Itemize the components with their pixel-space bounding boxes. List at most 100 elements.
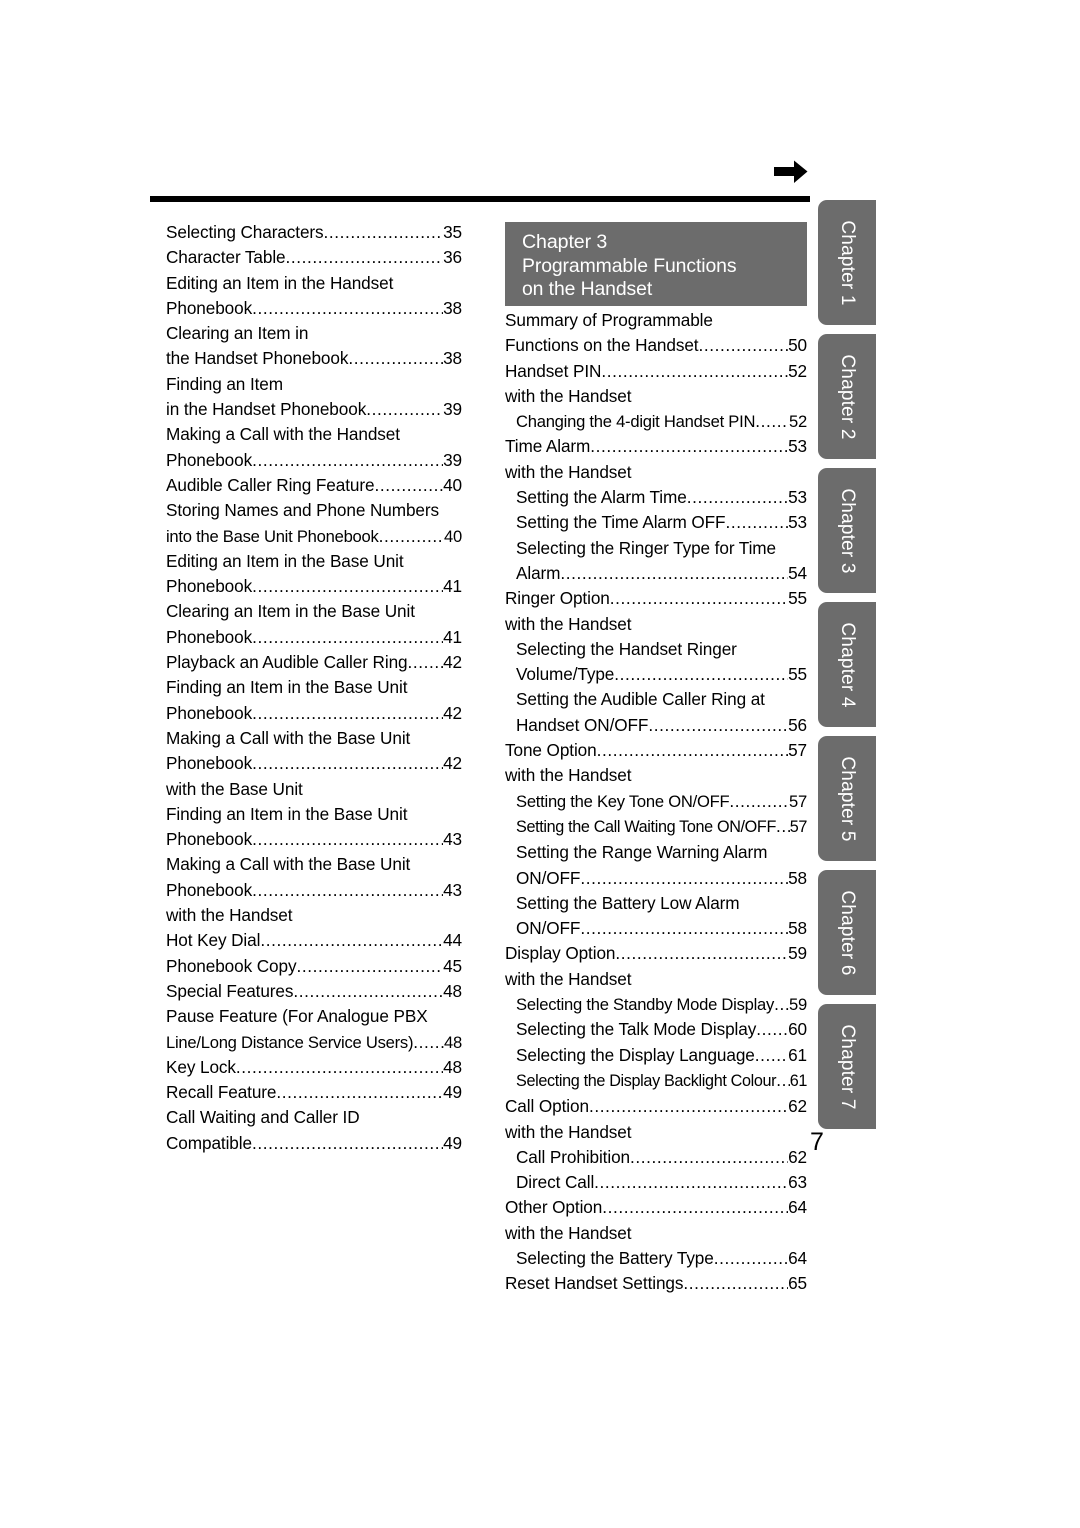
toc-entry[interactable]: Display Option .........................… <box>505 941 807 966</box>
toc-entry[interactable]: Making a Call with the Handset <box>166 422 462 447</box>
toc-entry[interactable]: Tone Option ............................… <box>505 738 807 763</box>
toc-entry[interactable]: the Handset Phonebook ..................… <box>166 346 462 371</box>
toc-entry[interactable]: Reset Handset Settings .................… <box>505 1271 807 1296</box>
toc-entry-label: Reset Handset Settings <box>505 1273 684 1294</box>
toc-entry[interactable]: with the Handset <box>505 967 807 992</box>
chapter-tab-6[interactable]: Chapter 6 <box>818 870 876 995</box>
toc-entry[interactable]: Call Option ............................… <box>505 1094 807 1119</box>
toc-entry-page: 63 <box>788 1172 807 1193</box>
toc-entry[interactable]: Phonebook ..............................… <box>166 751 462 776</box>
toc-entry[interactable]: Phonebook ..............................… <box>166 625 462 650</box>
toc-entry[interactable]: with the Handset <box>505 1120 807 1145</box>
toc-entry[interactable]: Phonebook ..............................… <box>166 878 462 903</box>
toc-entry[interactable]: Call Waiting and Caller ID <box>166 1105 462 1130</box>
toc-entry[interactable]: with the Handset <box>505 384 807 409</box>
toc-entry[interactable]: Editing an Item in the Base Unit <box>166 549 462 574</box>
toc-entry[interactable]: Volume/Type ............................… <box>516 662 807 687</box>
toc-entry[interactable]: Phonebook ..............................… <box>166 296 462 321</box>
toc-entry[interactable]: Selecting Characters ...................… <box>166 220 462 245</box>
toc-entry-label: in the Handset Phonebook <box>166 399 367 420</box>
toc-entry[interactable]: Selecting the Display Backlight Colour .… <box>516 1068 807 1094</box>
toc-leader-dots: ........................................… <box>609 588 789 609</box>
toc-entry[interactable]: Phonebook ..............................… <box>166 448 462 473</box>
toc-entry[interactable]: Time Alarm .............................… <box>505 434 807 459</box>
toc-entry[interactable]: Making a Call with the Base Unit <box>166 852 462 877</box>
toc-entry[interactable]: into the Base Unit Phonebook ...........… <box>166 524 462 549</box>
toc-entry[interactable]: Finding an Item <box>166 372 462 397</box>
toc-entry[interactable]: Setting the Time Alarm OFF .............… <box>516 510 807 535</box>
toc-entry[interactable]: Functions on the Handset ...............… <box>505 333 807 358</box>
toc-entry[interactable]: with the Handset <box>505 1221 807 1246</box>
toc-entry[interactable]: Phonebook ..............................… <box>166 574 462 599</box>
toc-entry[interactable]: Clearing an Item in <box>166 321 462 346</box>
toc-entry[interactable]: Finding an Item in the Base Unit <box>166 802 462 827</box>
toc-entry[interactable]: Direct Call ............................… <box>516 1170 807 1195</box>
toc-entry[interactable]: Setting the Battery Low Alarm <box>516 891 807 916</box>
toc-entry[interactable]: Phonebook ..............................… <box>166 827 462 852</box>
chapter-tab-7[interactable]: Chapter 7 <box>818 1004 876 1129</box>
toc-leader-dots: ........................................… <box>235 1056 443 1077</box>
chapter-tab-5[interactable]: Chapter 5 <box>818 736 876 861</box>
toc-leader-dots: ........................................… <box>252 753 443 774</box>
toc-entry[interactable]: Editing an Item in the Handset <box>166 271 462 296</box>
toc-entry[interactable]: in the Handset Phonebook ...............… <box>166 397 462 422</box>
toc-entry[interactable]: Clearing an Item in the Base Unit <box>166 599 462 624</box>
toc-entry[interactable]: Character Table ........................… <box>166 245 462 270</box>
toc-entry[interactable]: Changing the 4-digit Handset PIN .......… <box>516 409 807 434</box>
toc-entry-page: 38 <box>443 348 462 369</box>
toc-entry[interactable]: Finding an Item in the Base Unit <box>166 675 462 700</box>
chapter-tab-2[interactable]: Chapter 2 <box>818 334 876 459</box>
toc-entry-page: 44 <box>443 930 462 951</box>
toc-entry[interactable]: with the Handset <box>505 763 807 788</box>
toc-entry[interactable]: Line/Long Distance Service Users) ......… <box>166 1030 462 1055</box>
toc-entry[interactable]: Setting the Range Warning Alarm <box>516 840 807 865</box>
toc-entry[interactable]: Special Features .......................… <box>166 979 462 1004</box>
toc-entry[interactable]: ON/OFF .................................… <box>516 866 807 891</box>
toc-entry[interactable]: ON/OFF .................................… <box>516 916 807 941</box>
toc-leader-dots: ........................................… <box>260 930 444 951</box>
toc-entry-label: into the Base Unit Phonebook <box>166 526 379 546</box>
toc-entry[interactable]: Playback an Audible Caller Ring ........… <box>166 650 462 675</box>
toc-entry[interactable]: Making a Call with the Base Unit <box>166 726 462 751</box>
chapter-tab-4[interactable]: Chapter 4 <box>818 602 876 727</box>
toc-entry-page: 42 <box>443 753 462 774</box>
toc-entry[interactable]: with the Handset <box>166 903 462 928</box>
chapter-tab-1[interactable]: Chapter 1 <box>818 200 876 325</box>
toc-entry[interactable]: Pause Feature (For Analogue PBX <box>166 1004 462 1029</box>
toc-entry[interactable]: Audible Caller Ring Feature ............… <box>166 473 462 498</box>
toc-entry[interactable]: Call Prohibition .......................… <box>516 1145 807 1170</box>
toc-entry[interactable]: Selecting the Battery Type .............… <box>516 1246 807 1271</box>
toc-entry[interactable]: Selecting the Ringer Type for Time <box>516 536 807 561</box>
toc-entry[interactable]: Setting the Alarm Time .................… <box>516 485 807 510</box>
toc-entry[interactable]: with the Handset <box>505 612 807 637</box>
toc-entry-label: Hot Key Dial <box>166 930 261 951</box>
toc-entry[interactable]: with the Base Unit <box>166 777 462 802</box>
toc-entry[interactable]: Other Option ...........................… <box>505 1195 807 1220</box>
toc-entry[interactable]: Handset PIN ............................… <box>505 359 807 384</box>
toc-entry-page: 59 <box>788 943 807 964</box>
toc-entry[interactable]: Selecting the Talk Mode Display ........… <box>516 1017 807 1042</box>
toc-entry[interactable]: Selecting the Standby Mode Display .....… <box>516 992 807 1017</box>
toc-entry[interactable]: Selecting the Handset Ringer <box>516 637 807 662</box>
toc-entry[interactable]: Summary of Programmable <box>505 308 807 333</box>
toc-entry[interactable]: Compatible .............................… <box>166 1131 462 1156</box>
toc-entry-page: 53 <box>788 436 807 457</box>
toc-entry-label: Pause Feature (For Analogue PBX <box>166 1006 428 1027</box>
toc-entry[interactable]: Phonebook Copy .........................… <box>166 954 462 979</box>
toc-entry[interactable]: Setting the Call Waiting Tone ON/OFF ...… <box>516 814 807 840</box>
toc-entry[interactable]: Handset ON/OFF .........................… <box>516 713 807 738</box>
toc-entry[interactable]: with the Handset <box>505 460 807 485</box>
toc-entry[interactable]: Storing Names and Phone Numbers <box>166 498 462 523</box>
toc-entry-page: 48 <box>443 1056 462 1077</box>
toc-entry[interactable]: Alarm ..................................… <box>516 561 807 586</box>
toc-entry[interactable]: Selecting the Display Language .........… <box>516 1043 807 1068</box>
toc-entry[interactable]: Setting the Key Tone ON/OFF ............… <box>516 789 807 814</box>
toc-entry-label: Handset ON/OFF <box>516 714 649 735</box>
chapter-tab-3[interactable]: Chapter 3 <box>818 468 876 593</box>
toc-entry[interactable]: Ringer Option ..........................… <box>505 586 807 611</box>
toc-entry[interactable]: Key Lock ...............................… <box>166 1055 462 1080</box>
toc-entry[interactable]: Setting the Audible Caller Ring at <box>516 687 807 712</box>
toc-entry[interactable]: Recall Feature .........................… <box>166 1080 462 1105</box>
toc-entry[interactable]: Hot Key Dial ...........................… <box>166 928 462 953</box>
toc-entry[interactable]: Phonebook ..............................… <box>166 701 462 726</box>
